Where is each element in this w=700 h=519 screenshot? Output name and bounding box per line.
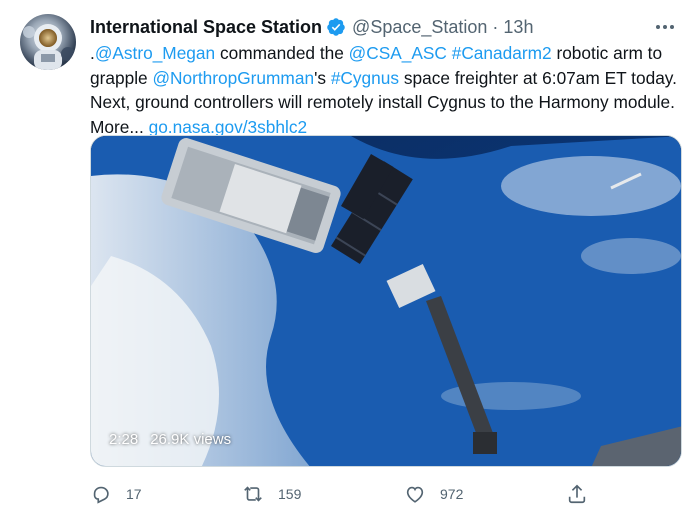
- user-handle[interactable]: @Space_Station: [352, 17, 487, 38]
- reply-icon: [90, 483, 112, 505]
- like-count: 972: [440, 486, 464, 502]
- astronaut-avatar-image: [23, 24, 75, 70]
- video-player[interactable]: 2:28 26.9K views: [90, 135, 682, 467]
- tweet-text: .@Astro_Megan commanded the @CSA_ASC #Ca…: [90, 41, 690, 139]
- text-segment: 's: [314, 67, 331, 88]
- video-views: 26.9K views: [150, 431, 232, 448]
- hashtag-cygnus[interactable]: #Cygnus: [331, 68, 399, 88]
- share-button[interactable]: [566, 481, 588, 507]
- retweet-count: 159: [278, 486, 302, 502]
- more-icon[interactable]: [652, 15, 678, 39]
- tweet-actions: 17 159 972: [90, 481, 590, 507]
- video-duration: 2:28: [109, 431, 139, 448]
- hashtag-canadarm2[interactable]: #Canadarm2: [452, 43, 552, 63]
- like-icon: [404, 483, 426, 505]
- timestamp[interactable]: 13h: [503, 17, 533, 38]
- avatar[interactable]: [20, 14, 76, 70]
- mention-northropgrumman[interactable]: @NorthropGrumman: [152, 68, 314, 88]
- tweet-header: International Space Station @Space_Stati…: [90, 15, 680, 39]
- verified-badge-icon: [326, 17, 346, 37]
- like-button[interactable]: 972: [404, 481, 463, 507]
- retweet-button[interactable]: 159: [242, 481, 301, 507]
- mention-csa-asc[interactable]: @CSA_ASC: [349, 43, 447, 63]
- share-icon: [566, 483, 588, 505]
- video-overlay-info: 2:28 26.9K views: [109, 431, 231, 448]
- display-name[interactable]: International Space Station: [90, 17, 322, 38]
- separator-dot: ·: [492, 16, 499, 37]
- external-link[interactable]: go.nasa.gov/3sbhlc2: [149, 117, 308, 137]
- mention-astro-megan[interactable]: @Astro_Megan: [95, 43, 215, 63]
- reply-button[interactable]: 17: [90, 481, 142, 507]
- retweet-icon: [242, 483, 264, 505]
- text-segment: commanded the: [215, 43, 349, 63]
- video-thumbnail: [91, 136, 681, 466]
- reply-count: 17: [126, 486, 142, 502]
